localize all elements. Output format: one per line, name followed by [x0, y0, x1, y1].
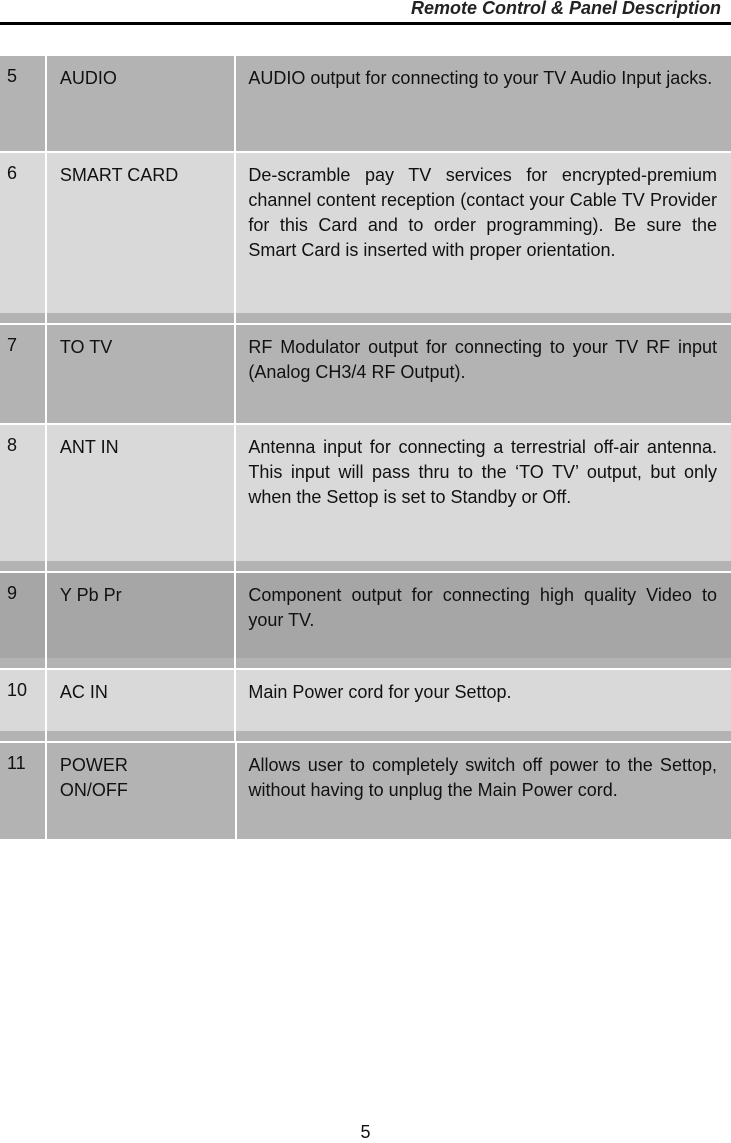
row-description: De-scramble pay TV services for encrypte… — [236, 153, 731, 313]
table-row-ant-in: 8 ANT IN Antenna input for connecting a … — [0, 425, 731, 561]
row-number: 6 — [0, 153, 45, 313]
row-name: AUDIO — [46, 56, 235, 151]
table-row-power: 11 POWER ON/OFF Allows user to completel… — [0, 743, 731, 839]
row-number: 9 — [0, 573, 45, 658]
row-spacer — [0, 658, 731, 668]
row-name: POWER ON/OFF — [46, 743, 235, 839]
table-row-ac-in: 10 AC IN Main Power cord for your Settop… — [0, 670, 731, 731]
row-name: SMART CARD — [46, 153, 235, 313]
row-number: 8 — [0, 425, 45, 561]
table-row-ypbpr: 9 Y Pb Pr Component output for connectin… — [0, 573, 731, 658]
row-name: TO TV — [46, 325, 235, 423]
row-description: AUDIO output for connecting to your TV A… — [236, 56, 731, 151]
row-name: Y Pb Pr — [46, 573, 235, 658]
panel-description-table: 5 AUDIO AUDIO output for connecting to y… — [0, 56, 731, 839]
row-number: 5 — [0, 56, 45, 151]
row-spacer — [0, 731, 731, 741]
header-title: Remote Control & Panel Description — [410, 0, 721, 18]
table-row-smart-card: 6 SMART CARD De-scramble pay TV services… — [0, 153, 731, 313]
row-name: AC IN — [46, 670, 235, 731]
table-row-to-tv: 7 TO TV RF Modulator output for connecti… — [0, 325, 731, 423]
row-number: 7 — [0, 325, 45, 423]
row-description: RF Modulator output for connecting to yo… — [236, 325, 731, 423]
row-description: Allows user to completely switch off pow… — [236, 743, 731, 839]
row-spacer — [0, 561, 731, 571]
row-name: ANT IN — [46, 425, 235, 561]
row-description: Antenna input for connecting a terrestri… — [236, 425, 731, 561]
row-spacer — [0, 313, 731, 323]
row-description: Component output for connecting high qua… — [236, 573, 731, 658]
row-number: 11 — [0, 743, 45, 839]
table-row-audio: 5 AUDIO AUDIO output for connecting to y… — [0, 56, 731, 151]
row-number: 10 — [0, 670, 45, 731]
page-number: 5 — [360, 1122, 371, 1142]
row-description: Main Power cord for your Settop. — [236, 670, 731, 731]
header-rule — [0, 22, 731, 25]
